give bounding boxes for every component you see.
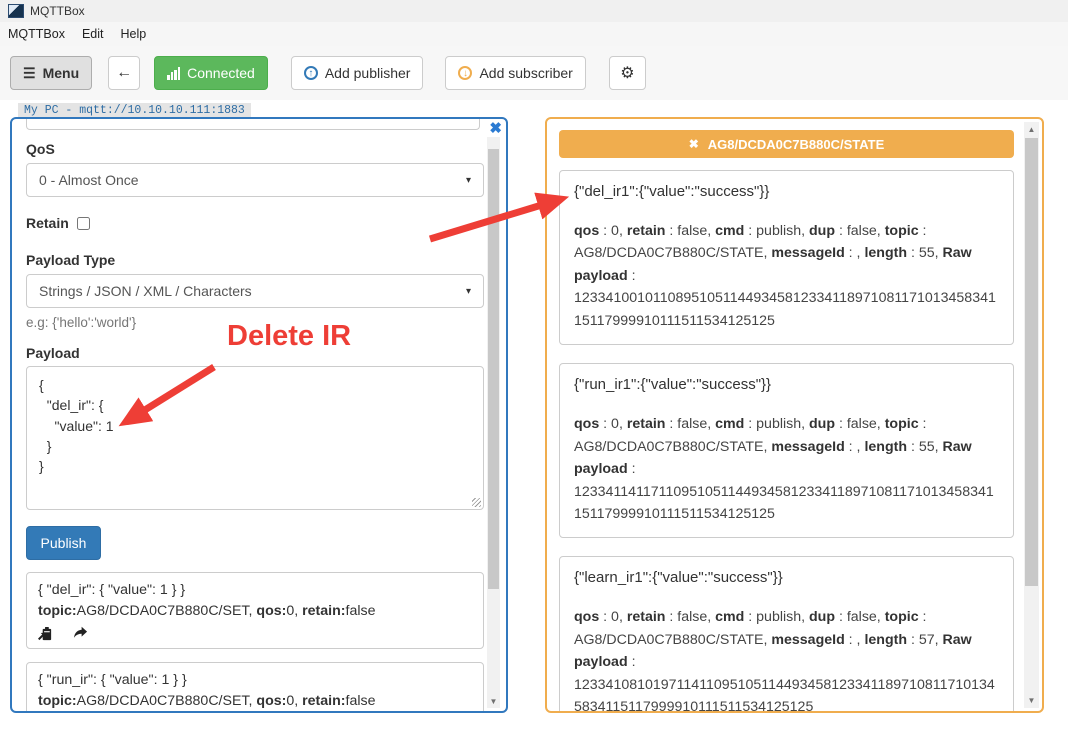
qos-select[interactable]: 0 - Almost Once ▾: [26, 163, 484, 197]
app-icon: [8, 4, 24, 18]
qos-label: QoS: [26, 141, 55, 157]
published-meta: topic:AG8/DCDA0C7B880C/SET, qos:0, retai…: [38, 601, 472, 622]
menu-bar: MQTTBox Edit Help: [0, 22, 1068, 46]
qos-select-value: 0 - Almost Once: [39, 172, 139, 188]
payload-type-label: Payload Type: [26, 252, 115, 268]
received-message-card: {"learn_ir1":{"value":"success"}} qos : …: [559, 556, 1014, 713]
subscriber-scrollbar-thumb[interactable]: [1025, 138, 1038, 586]
published-messages-list: { "del_ir": { "value": 1 } } topic:AG8/D…: [26, 572, 484, 713]
menu-item-edit[interactable]: Edit: [82, 25, 113, 44]
publish-button[interactable]: Publish: [26, 526, 101, 560]
mqttbox-window: MQTTBox MQTTBox Edit Help ☰ Menu ← Conne…: [0, 0, 1068, 750]
payload-label: Payload: [26, 345, 80, 361]
published-message-actions: [38, 626, 472, 641]
retain-checkbox[interactable]: [77, 217, 90, 230]
published-message-card: { "run_ir": { "value": 1 } } topic:AG8/D…: [26, 662, 484, 713]
settings-button[interactable]: ⚙: [609, 56, 646, 90]
close-icon[interactable]: ✖: [689, 137, 699, 151]
menu-button[interactable]: ☰ Menu: [10, 56, 92, 90]
received-payload: {"learn_ir1":{"value":"success"}}: [574, 569, 999, 586]
published-message-card: { "del_ir": { "value": 1 } } topic:AG8/D…: [26, 572, 484, 649]
received-message-details: qos : 0, retain : false, cmd : publish, …: [574, 413, 999, 525]
circle-arrow-up-icon: ↑: [304, 66, 318, 80]
subscribed-topic-label: AG8/DCDA0C7B880C/STATE: [708, 137, 885, 152]
tab-strip: My PC - mqtt://10.10.10.111:1883: [0, 100, 1068, 117]
close-publisher-icon[interactable]: ✖: [489, 119, 502, 137]
left-arrow-icon: ←: [116, 64, 132, 82]
gear-icon: ⚙: [620, 63, 634, 83]
subscriber-panel: ✖ AG8/DCDA0C7B880C/STATE {"del_ir1":{"va…: [545, 117, 1044, 713]
topic-input-partial[interactable]: [26, 119, 480, 130]
menu-item-mqttbox[interactable]: MQTTBox: [8, 25, 74, 44]
connected-button[interactable]: Connected: [154, 56, 268, 90]
add-subscriber-button[interactable]: ↓ Add subscriber: [445, 56, 585, 90]
menu-item-help[interactable]: Help: [121, 25, 156, 44]
window-title: MQTTBox: [30, 4, 85, 18]
published-payload: { "run_ir": { "value": 1 } }: [38, 670, 472, 691]
republish-icon[interactable]: [73, 626, 88, 641]
toolbar: ☰ Menu ← Connected ↑ Add publisher ↓ Add…: [0, 46, 1068, 100]
hamburger-icon: ☰: [23, 65, 36, 82]
published-meta: topic:AG8/DCDA0C7B880C/SET, qos:0, retai…: [38, 691, 472, 712]
received-message-details: qos : 0, retain : false, cmd : publish, …: [574, 606, 999, 713]
received-messages-list: {"del_ir1":{"value":"success"}} qos : 0,…: [559, 170, 1014, 713]
copy-to-payload-icon[interactable]: [38, 626, 53, 641]
received-payload: {"del_ir1":{"value":"success"}}: [574, 183, 999, 200]
subscribed-topic-header[interactable]: ✖ AG8/DCDA0C7B880C/STATE: [559, 130, 1014, 158]
scroll-down-arrow-icon[interactable]: ▼: [487, 697, 500, 706]
received-message-details: qos : 0, retain : false, cmd : publish, …: [574, 220, 999, 332]
scroll-down-arrow-icon[interactable]: ▼: [1024, 696, 1039, 705]
publisher-scrollbar-thumb[interactable]: [488, 149, 499, 589]
payload-hint: e.g: {'hello':'world'}: [26, 315, 136, 330]
payload-input[interactable]: { "del_ir": { "value": 1 } }: [26, 366, 484, 510]
title-bar: MQTTBox: [0, 0, 1068, 22]
published-payload: { "del_ir": { "value": 1 } }: [38, 580, 472, 601]
add-publisher-button[interactable]: ↑ Add publisher: [291, 56, 424, 90]
subscriber-scrollbar[interactable]: ▲ ▼: [1024, 122, 1039, 708]
received-message-card: {"run_ir1":{"value":"success"}} qos : 0,…: [559, 363, 1014, 538]
chevron-down-icon: ▾: [466, 175, 471, 186]
retain-row: Retain: [26, 215, 90, 231]
circle-arrow-down-icon: ↓: [458, 66, 472, 80]
chevron-down-icon: ▾: [466, 286, 471, 297]
received-payload: {"run_ir1":{"value":"success"}}: [574, 376, 999, 393]
scroll-up-arrow-icon[interactable]: ▲: [1024, 125, 1039, 134]
retain-label: Retain: [26, 215, 69, 231]
back-button[interactable]: ←: [108, 56, 140, 90]
publisher-scrollbar[interactable]: ▼: [487, 137, 500, 708]
received-message-card: {"del_ir1":{"value":"success"}} qos : 0,…: [559, 170, 1014, 345]
signal-bars-icon: [167, 67, 180, 80]
publisher-panel: ✖ QoS 0 - Almost Once ▾ Retain Payload T…: [10, 117, 508, 713]
payload-type-select-value: Strings / JSON / XML / Characters: [39, 283, 252, 299]
payload-type-select[interactable]: Strings / JSON / XML / Characters ▾: [26, 274, 484, 308]
